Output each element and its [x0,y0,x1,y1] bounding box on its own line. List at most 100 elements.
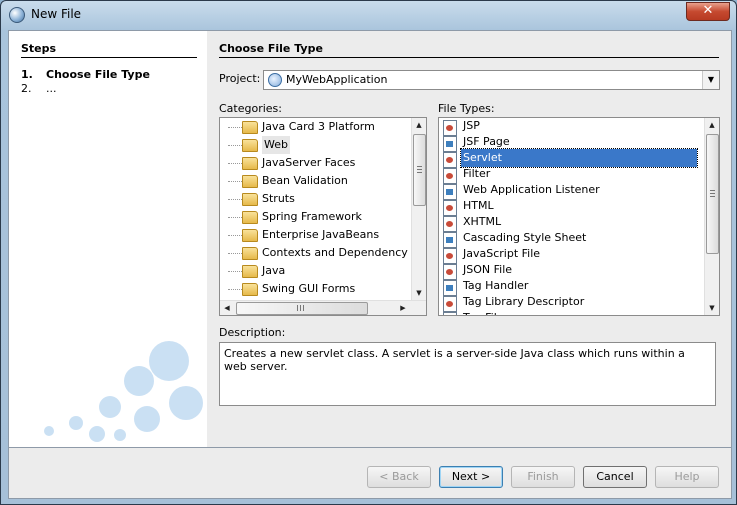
json-file-icon [443,264,457,280]
category-item[interactable]: JavaServer Faces [220,154,410,172]
scrollbar-thumb[interactable] [413,134,426,206]
file-types-label: File Types: [438,102,495,115]
scroll-down-icon[interactable]: ▼ [412,286,426,300]
step-label: Choose File Type [46,68,150,81]
filter-file-icon [443,168,457,184]
file-type-item[interactable]: JSF Page [439,134,703,152]
chevron-down-icon[interactable]: ▼ [702,71,719,89]
category-item[interactable]: Java Card 3 Platform [220,118,410,136]
file-type-label: JSP [463,119,480,132]
file-type-item[interactable]: Web Application Listener [439,182,703,200]
netbeans-icon [9,7,25,23]
listener-file-icon [443,184,457,200]
tree-line [228,145,242,146]
scrollbar-thumb[interactable] [706,134,719,254]
folder-icon [242,139,258,152]
category-label: Web [262,136,290,154]
category-item[interactable]: Bean Validation [220,172,410,190]
folder-icon [242,229,258,242]
project-label: Project: [219,72,261,85]
file-type-item[interactable]: Cascading Style Sheet [439,230,703,248]
folder-icon [242,283,258,296]
file-type-item[interactable]: XHTML [439,214,703,232]
category-label: Struts [262,192,295,205]
category-label: Swing GUI Forms [262,282,356,295]
jsf-file-icon [443,136,457,152]
back-button[interactable]: < Back [367,466,431,488]
tree-line [228,127,242,128]
web-project-icon [268,73,282,87]
xhtml-file-icon [443,216,457,232]
tree-line [228,181,242,182]
dialog-body: Steps 1. Choose File Type 2.... Choose F… [8,30,732,499]
category-label: Spring Framework [262,210,362,223]
category-label: Java Card 3 Platform [262,120,375,133]
scroll-left-icon[interactable]: ◀ [220,301,234,315]
window-title: New File [31,7,82,21]
finish-button[interactable]: Finish [511,466,575,488]
category-label: Java [262,264,286,277]
description-label: Description: [219,326,286,339]
tree-line [228,163,242,164]
next-button[interactable]: Next > [439,466,503,488]
tag-handler-icon [443,280,457,296]
servlet-file-icon [443,152,457,168]
category-item[interactable]: Web [220,136,410,154]
categories-horizontal-scrollbar[interactable]: ◀ ▶ [220,300,426,315]
scrollbar-thumb[interactable] [236,302,368,315]
categories-vertical-scrollbar[interactable]: ▲ ▼ [411,118,426,300]
file-type-item[interactable]: HTML [439,198,703,216]
steps-panel: Steps 1. Choose File Type 2.... [9,31,207,447]
category-label: JavaServer Faces [262,156,356,169]
tree-line [228,199,242,200]
folder-icon [242,157,258,170]
step-number: 2. [21,82,32,95]
file-type-item[interactable]: Filter [439,166,703,184]
tree-line [228,235,242,236]
scroll-down-icon[interactable]: ▼ [705,301,719,315]
category-item[interactable]: Swing GUI Forms [220,280,410,298]
file-types-vertical-scrollbar[interactable]: ▲ ▼ [704,118,719,315]
tree-line [228,289,242,290]
help-button[interactable]: Help [655,466,719,488]
folder-icon [242,247,258,260]
category-item[interactable]: Enterprise JavaBeans [220,226,410,244]
file-type-item[interactable]: Tag Library Descriptor [439,294,703,312]
css-file-icon [443,232,457,248]
category-label: Contexts and Dependency Inje [262,246,427,259]
file-type-item[interactable]: JavaScript File [439,246,703,264]
tag-file-icon [443,312,457,315]
category-label: Enterprise JavaBeans [262,228,380,241]
category-item[interactable]: Struts [220,190,410,208]
file-type-item[interactable]: Servlet [439,148,703,168]
title-bar[interactable]: New File ✕ [1,1,736,29]
category-item[interactable]: Contexts and Dependency Inje [220,244,426,262]
step-1: 1. Choose File Type [21,68,150,81]
scroll-up-icon[interactable]: ▲ [412,118,426,132]
scroll-right-icon[interactable]: ▶ [396,301,410,315]
file-type-item[interactable]: Tag Handler [439,278,703,296]
category-item[interactable]: Java [220,262,410,280]
categories-label: Categories: [219,102,282,115]
page-title: Choose File Type [219,42,323,55]
project-combobox[interactable]: MyWebApplication ▼ [263,70,720,90]
html-file-icon [443,200,457,216]
categories-list[interactable]: Swing GUI Forms Java Contexts and Dependen… [219,117,427,316]
tree-line [228,271,242,272]
main-panel: Choose File Type Project: MyWebApplicati… [207,31,731,447]
step-number: 1. [21,68,33,81]
button-bar-divider [9,447,731,448]
folder-icon [242,121,258,134]
decorative-bubbles [29,331,207,447]
scroll-up-icon[interactable]: ▲ [705,118,719,132]
jsp-file-icon [443,120,457,136]
cancel-button[interactable]: Cancel [583,466,647,488]
tld-file-icon [443,296,457,312]
close-button[interactable]: ✕ [686,2,730,21]
category-item[interactable]: Spring Framework [220,208,410,226]
file-types-list[interactable]: Tag FileTag Library DescriptorTag Handle… [438,117,720,316]
description-text: Creates a new servlet class. A servlet i… [219,342,716,406]
file-type-item[interactable]: JSP [439,118,703,136]
file-type-item[interactable]: JSON File [439,262,703,280]
js-file-icon [443,248,457,264]
